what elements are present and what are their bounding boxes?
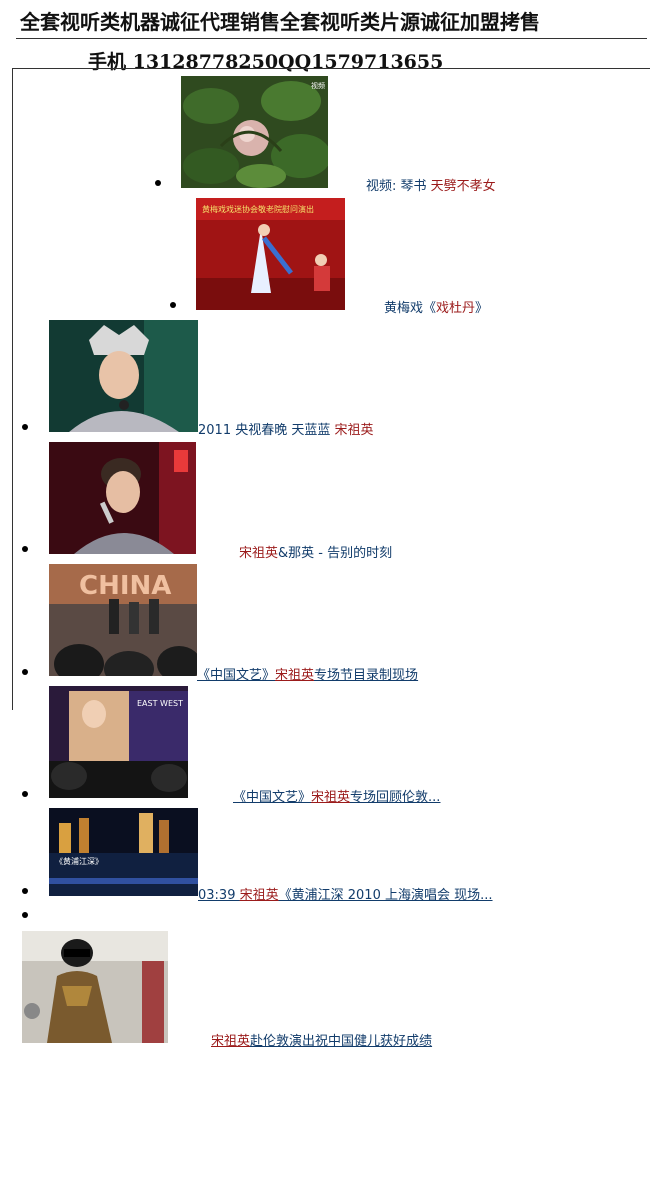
list-item-caption[interactable]: 2011 央视春晚 天蓝蓝 宋祖英 [198,419,374,438]
night-river-thumbnail[interactable]: 《黄浦江深》 [49,808,198,896]
list-bullet [22,669,28,675]
list-item-caption[interactable]: 宋祖英赴伦敦演出祝中国健儿获好成绩 [211,1030,432,1049]
list-bullet [22,791,28,797]
svg-text:EAST WEST: EAST WEST [137,699,183,708]
london-stage-thumbnail[interactable]: EAST WEST [49,686,188,798]
stage-crowd-thumbnail[interactable]: CHINA [49,564,197,676]
svg-text:CHINA: CHINA [79,571,171,601]
list-item-caption[interactable]: 《中国文艺》宋祖英专场回顾伦敦... [233,786,440,805]
list-bullet [22,546,28,552]
list-bullet [22,888,28,894]
list-item-caption[interactable]: 黄梅戏《戏杜丹》 [384,297,488,316]
list-item-caption[interactable]: 视频: 琴书 天劈不孝女 [366,175,496,194]
list-item-caption[interactable]: 宋祖英&那英 - 告别的时刻 [239,542,392,561]
list-bullet [22,912,28,918]
airport-thumbnail[interactable] [22,931,168,1043]
list-bullet [155,180,161,186]
svg-text:视频: 视频 [311,81,325,90]
singer-mic-thumbnail[interactable] [49,442,196,554]
left-border [12,68,13,710]
opera-stage-thumbnail[interactable]: 黄梅戏戏迷协会敬老院慰问演出 [196,198,345,310]
list-item-caption[interactable]: 03:39 宋祖英《黄浦江深 2010 上海演唱会 现场... [198,884,493,903]
content-divider [12,68,650,69]
contact-line: 手机 13128778250QQ1579713655 [88,51,444,73]
svg-text:黄梅戏戏迷协会敬老院慰问演出: 黄梅戏戏迷协会敬老院慰问演出 [202,204,314,214]
svg-text:《黄浦江深》: 《黄浦江深》 [55,856,103,866]
list-bullet [170,302,176,308]
list-bullet [22,424,28,430]
page-title: 全套视听类机器诚征代理销售全套视听类片源诚征加盟拷售 [20,10,540,34]
list-item-caption[interactable]: 《中国文艺》宋祖英专场节目录制现场 [197,664,418,683]
header-divider [16,38,647,39]
singer-crown-thumbnail[interactable] [49,320,198,432]
flower-thumbnail[interactable]: 视频 [181,76,328,188]
